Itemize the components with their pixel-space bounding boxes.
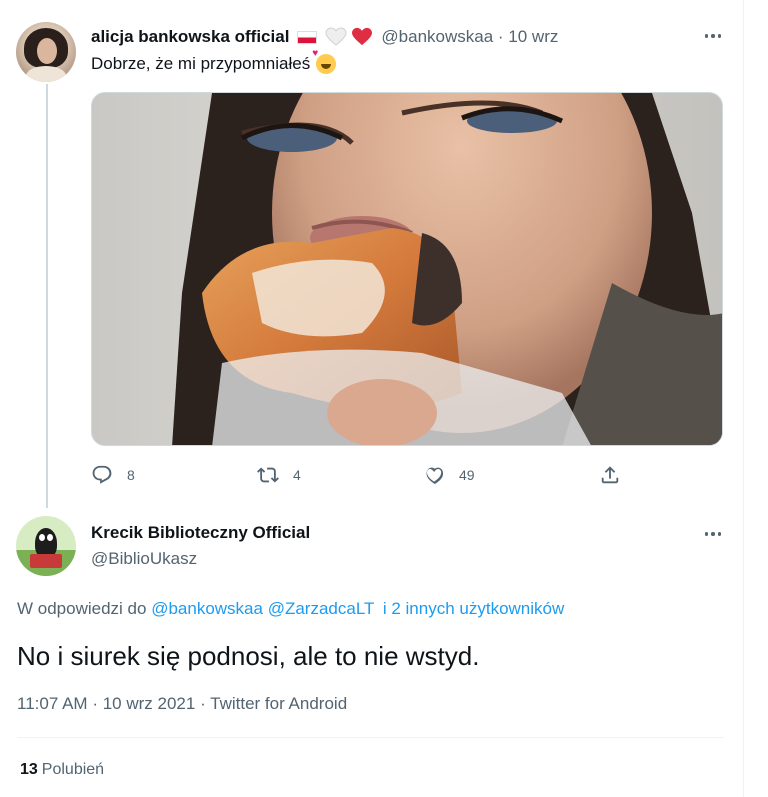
tweet-metadata: 11:07 AM · 10 wrz 2021 · Twitter for And… (17, 694, 347, 714)
dot-icon (717, 34, 722, 38)
handle[interactable]: @bankowskaa (381, 27, 493, 47)
reply-display-name[interactable]: Krecik Biblioteczny Official (91, 523, 310, 543)
tweet-text: Dobrze, że mi przypomniałeś (91, 48, 337, 74)
thread-connector-line (46, 84, 48, 508)
replying-to-link[interactable]: @bankowskaa (151, 599, 263, 618)
dot-icon (711, 532, 715, 536)
likes-label: Polubień (41, 761, 105, 778)
reply-button[interactable]: 8 (91, 464, 135, 486)
divider (17, 737, 724, 738)
share-button[interactable] (599, 464, 635, 486)
avatar-eye (47, 534, 53, 541)
like-icon (426, 467, 444, 484)
avatar-alicja[interactable] (16, 22, 76, 82)
likes-summary[interactable]: 13 Polubień (20, 761, 104, 779)
tweet-text-content: Dobrze, że mi przypomniałeś (91, 54, 311, 73)
tweet-time[interactable]: 11:07 AM (17, 694, 88, 713)
replying-to: W odpowiedzi do @bankowskaa @ZarzadcaLT … (17, 599, 564, 619)
retweet-icon (257, 467, 279, 483)
avatar-face (37, 38, 57, 64)
tweet-source[interactable]: Twitter for Android (210, 694, 347, 713)
avatar-book (30, 554, 62, 568)
separator-dot: · (92, 694, 103, 713)
tweet-header: alicja bankowska official @bankowskaa · … (91, 26, 558, 48)
timeline-border (743, 0, 744, 797)
white-heart-icon (325, 27, 347, 46)
tweet-actions-bar: 8 4 49 (91, 464, 631, 488)
more-options-button[interactable] (702, 28, 724, 44)
avatar-eye (39, 534, 45, 541)
reply-count: 8 (127, 467, 135, 483)
poland-flag-icon (297, 30, 318, 44)
like-button[interactable]: 49 (423, 464, 475, 486)
replying-to-prefix: W odpowiedzi do (17, 599, 147, 618)
smiling-face-with-hearts-icon (312, 48, 337, 74)
reply-handle[interactable]: @BiblioUkasz (91, 549, 197, 569)
tweet-date[interactable]: 10 wrz (508, 27, 558, 47)
dot-icon (711, 34, 715, 38)
replying-to-link[interactable]: @ZarzadcaLT (268, 599, 374, 618)
photo-illustration (92, 93, 722, 445)
red-heart-icon (352, 27, 373, 46)
like-count: 49 (459, 467, 475, 483)
reply-more-options-button[interactable] (702, 526, 724, 542)
likes-count: 13 (20, 761, 38, 778)
separator-dot: · (200, 694, 211, 713)
display-name[interactable]: alicja bankowska official (91, 27, 289, 47)
reply-tweet-text: No i siurek się podnosi, ale to nie wsty… (17, 641, 480, 671)
share-icon (601, 466, 619, 484)
avatar-body (26, 66, 66, 82)
dot-icon (717, 532, 722, 536)
dot-icon (704, 532, 709, 536)
dot-icon (704, 34, 709, 38)
replying-to-others-link[interactable]: i 2 innych użytkowników (383, 599, 564, 618)
avatar-krecik[interactable] (16, 516, 76, 576)
separator-dot: · (493, 27, 509, 46)
tweet-photo[interactable] (91, 92, 723, 446)
retweet-button[interactable]: 4 (257, 464, 301, 486)
reply-icon (92, 465, 112, 484)
retweet-count: 4 (293, 467, 301, 483)
tweet-full-date[interactable]: 10 wrz 2021 (103, 694, 196, 713)
